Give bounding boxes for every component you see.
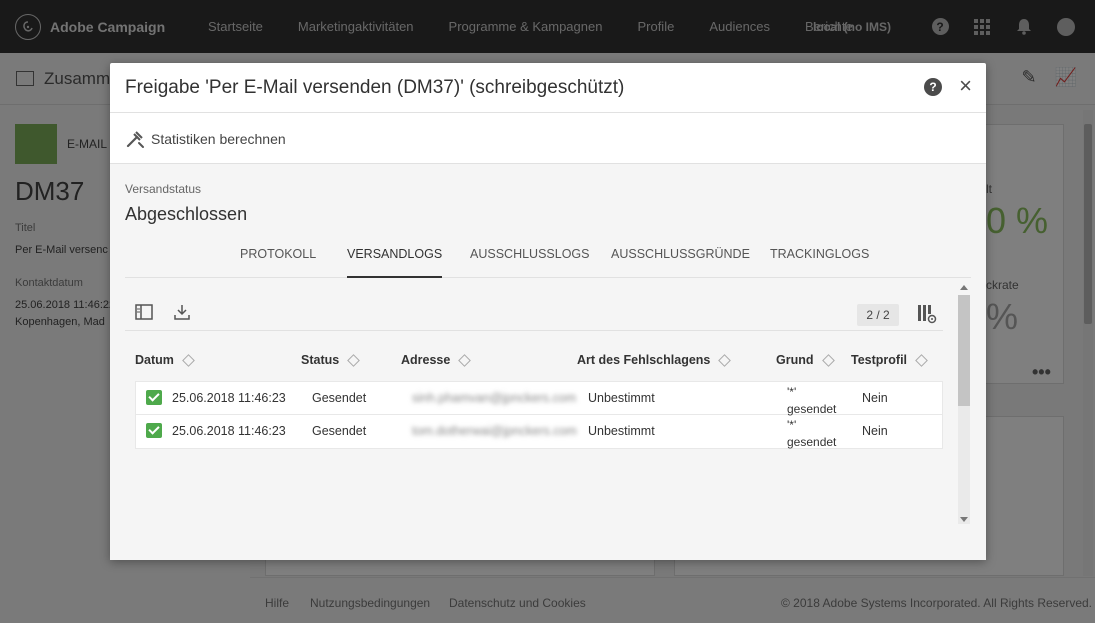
side-panel-icon[interactable] <box>135 304 153 320</box>
column-header-status[interactable]: Status <box>301 353 361 367</box>
sort-icon[interactable] <box>821 353 835 367</box>
column-header-datum[interactable]: Datum <box>135 353 195 367</box>
column-header-adresse[interactable]: Adresse <box>401 353 472 367</box>
cell-status: Gesendet <box>312 391 367 405</box>
cell-status: Gesendet <box>312 424 367 438</box>
compute-stats-icon[interactable] <box>125 129 145 149</box>
log-table: 25.06.2018 11:46:23 Gesendet sinh.phamva… <box>135 381 943 449</box>
cell-adresse: sinh.phamvan@jpnckers.com <box>412 391 577 405</box>
sort-icon[interactable] <box>458 353 472 367</box>
cell-datum: 25.06.2018 11:46:23 <box>172 424 286 438</box>
tab-trackinglogs[interactable]: TRACKINGLOGS <box>770 247 869 278</box>
download-icon[interactable] <box>173 304 191 320</box>
sort-icon[interactable] <box>347 353 361 367</box>
modal-body: Versandstatus Abgeschlossen PROTOKOLL VE… <box>110 164 986 560</box>
tab-ausschlussgruende[interactable]: AUSSCHLUSSGRÜNDE <box>611 247 750 278</box>
table-row[interactable]: 25.06.2018 11:46:23 Gesendet sinh.phamva… <box>136 382 942 416</box>
sort-icon[interactable] <box>182 353 195 367</box>
sort-icon[interactable] <box>718 353 732 367</box>
cell-datum: 25.06.2018 11:46:23 <box>172 391 286 405</box>
modal-title: Freigabe 'Per E-Mail versenden (DM37)' (… <box>125 77 625 98</box>
cell-testprofil: Nein <box>862 391 888 405</box>
page-counter: 2 / 2 <box>857 304 899 326</box>
delivery-status-label: Versandstatus <box>125 182 202 196</box>
scrollbar-thumb[interactable] <box>958 295 970 406</box>
cell-art: Unbestimmt <box>588 424 655 438</box>
scroll-up-icon[interactable] <box>960 285 968 290</box>
scroll-down-icon[interactable] <box>960 517 968 522</box>
column-settings-icon[interactable] <box>917 304 937 324</box>
sort-icon[interactable] <box>915 353 928 367</box>
cell-testprofil: Nein <box>862 424 888 438</box>
modal-scrollbar[interactable] <box>956 194 970 524</box>
cell-art: Unbestimmt <box>588 391 655 405</box>
delivery-status-value: Abgeschlossen <box>125 204 248 224</box>
success-check-icon <box>146 423 162 438</box>
success-check-icon <box>146 390 162 405</box>
modal-help-icon[interactable]: ? <box>924 78 942 96</box>
modal-header: Freigabe 'Per E-Mail versenden (DM37)' (… <box>110 63 986 113</box>
column-header-testprofil[interactable]: Testprofil <box>851 353 928 367</box>
modal-close-icon[interactable]: × <box>959 75 972 97</box>
tab-versandlogs[interactable]: VERSANDLOGS <box>347 247 443 278</box>
column-header-art-des-fehlschlagens[interactable]: Art des Fehlschlagens <box>577 353 732 367</box>
log-content: 2 / 2 Datum Status Adresse Art des Fehls… <box>125 278 955 524</box>
cell-grund: '*' gesendet <box>787 418 837 449</box>
compute-stats-button[interactable]: Statistiken berechnen <box>151 131 286 147</box>
tab-ausschlusslogs[interactable]: AUSSCHLUSSLOGS <box>470 247 589 278</box>
cell-grund: '*' gesendet <box>787 385 837 416</box>
modal-toolbar: Statistiken berechnen <box>110 114 986 164</box>
cell-adresse: tom.dotherwai@jpnckers.com <box>412 424 577 438</box>
table-row[interactable]: 25.06.2018 11:46:23 Gesendet tom.dotherw… <box>136 415 942 449</box>
grid-header: Datum Status Adresse Art des Fehlschlage… <box>135 353 943 375</box>
tab-protokoll[interactable]: PROTOKOLL <box>240 247 316 278</box>
delivery-modal: Freigabe 'Per E-Mail versenden (DM37)' (… <box>110 63 986 560</box>
column-header-grund[interactable]: Grund <box>776 353 835 367</box>
grid-toolbar: 2 / 2 <box>125 278 943 331</box>
log-tabs: PROTOKOLL VERSANDLOGS AUSSCHLUSSLOGS AUS… <box>125 242 971 278</box>
